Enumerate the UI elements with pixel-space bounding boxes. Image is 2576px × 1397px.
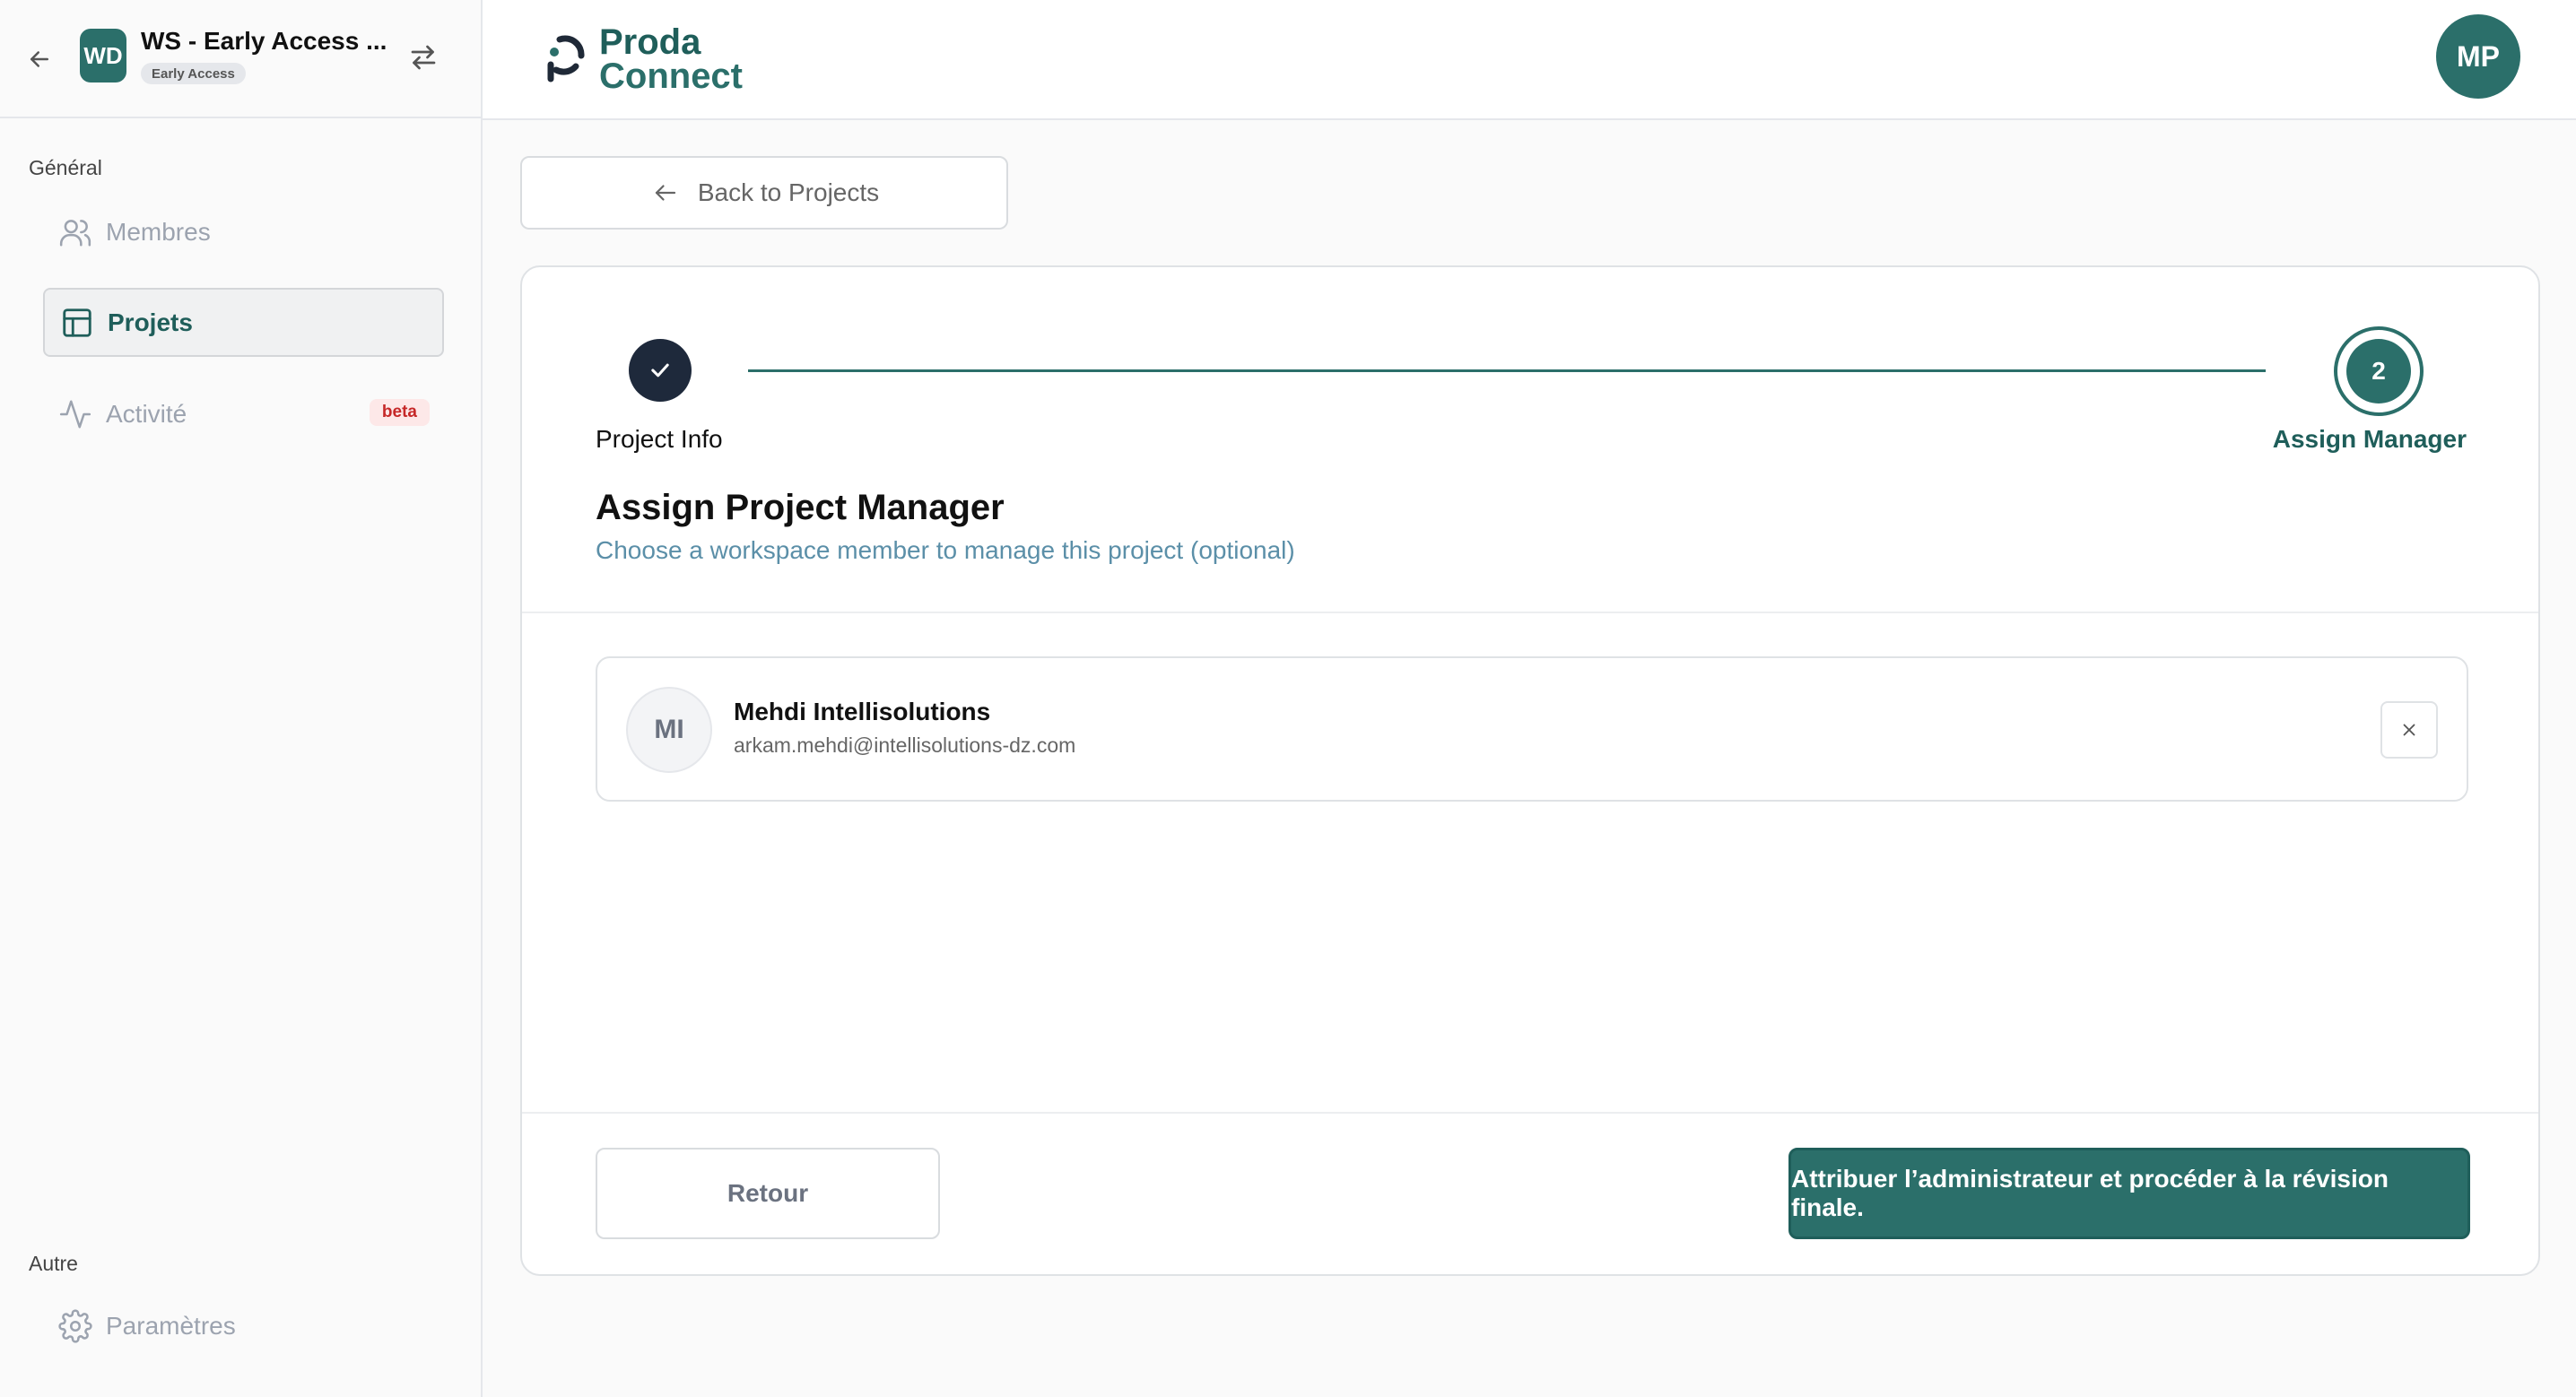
sidebar: WD WS - Early Access ... Early Access Gé… (0, 0, 483, 1397)
member-email: arkam.mehdi@intellisolutions-dz.com (734, 733, 1076, 757)
footer-divider (522, 1112, 2538, 1114)
back-to-projects-label: Back to Projects (697, 178, 880, 206)
sidebar-item-membres[interactable]: Membres (43, 197, 444, 266)
users-icon (57, 214, 93, 250)
close-icon (2403, 724, 2415, 736)
selected-member-card: MI Mehdi Intellisolutions arkam.mehdi@in… (596, 656, 2468, 802)
workspace-header: WD WS - Early Access ... Early Access (0, 0, 481, 118)
activity-icon (57, 396, 93, 432)
step-1-label: Project Info (596, 425, 723, 453)
step-2-current-indicator: 2 (2334, 326, 2424, 416)
proda-logo-icon (540, 30, 590, 89)
gear-icon (57, 1308, 93, 1344)
arrow-left-icon (655, 185, 675, 201)
sidebar-item-activite[interactable]: Activité beta (43, 379, 444, 448)
sidebar-item-label: Paramètres (106, 1311, 236, 1340)
sidebar-item-label: Projets (108, 308, 193, 336)
brand-line-2: Connect (599, 56, 743, 96)
check-icon (651, 363, 669, 377)
step-2-label: Assign Manager (2272, 425, 2467, 453)
section-label-general: Général (29, 156, 102, 179)
user-avatar[interactable]: MP (2436, 14, 2520, 99)
stepper-progress-line (748, 369, 2266, 372)
back-to-projects-button[interactable]: Back to Projects (520, 156, 1008, 230)
beta-badge: beta (369, 399, 430, 426)
brand-wordmark: Proda Connect (599, 22, 743, 96)
table-layout-icon (59, 305, 95, 341)
page-subtitle: Choose a workspace member to manage this… (596, 536, 1295, 564)
brand-logo[interactable]: Proda Connect (540, 22, 743, 96)
workspace-badge: Early Access (141, 63, 246, 84)
switch-workspace-icon[interactable] (402, 36, 445, 79)
top-bar: Proda Connect MP (483, 0, 2576, 120)
sidebar-item-label: Membres (106, 217, 211, 246)
section-label-autre: Autre (29, 1252, 78, 1275)
section-divider (522, 612, 2538, 613)
member-name: Mehdi Intellisolutions (734, 698, 991, 725)
step-1-complete-indicator (629, 339, 692, 402)
workspace-name[interactable]: WS - Early Access ... (141, 27, 387, 56)
retour-button[interactable]: Retour (596, 1148, 940, 1239)
page-title: Assign Project Manager (596, 488, 1005, 527)
step-2-number: 2 (2346, 339, 2411, 403)
member-avatar: MI (626, 687, 712, 773)
back-arrow-icon[interactable] (22, 41, 57, 77)
sidebar-item-parametres[interactable]: Paramètres (43, 1291, 444, 1360)
brand-line-1: Proda (599, 22, 701, 62)
workspace-avatar: WD (80, 29, 126, 82)
assign-and-review-button[interactable]: Attribuer l’administrateur et procéder à… (1788, 1148, 2470, 1239)
assign-manager-card: Project Info 2 Assign Manager Assign Pro… (520, 265, 2540, 1276)
sidebar-item-label: Activité (106, 399, 187, 428)
sidebar-item-projets[interactable]: Projets (43, 288, 444, 357)
remove-member-button[interactable] (2380, 701, 2438, 759)
